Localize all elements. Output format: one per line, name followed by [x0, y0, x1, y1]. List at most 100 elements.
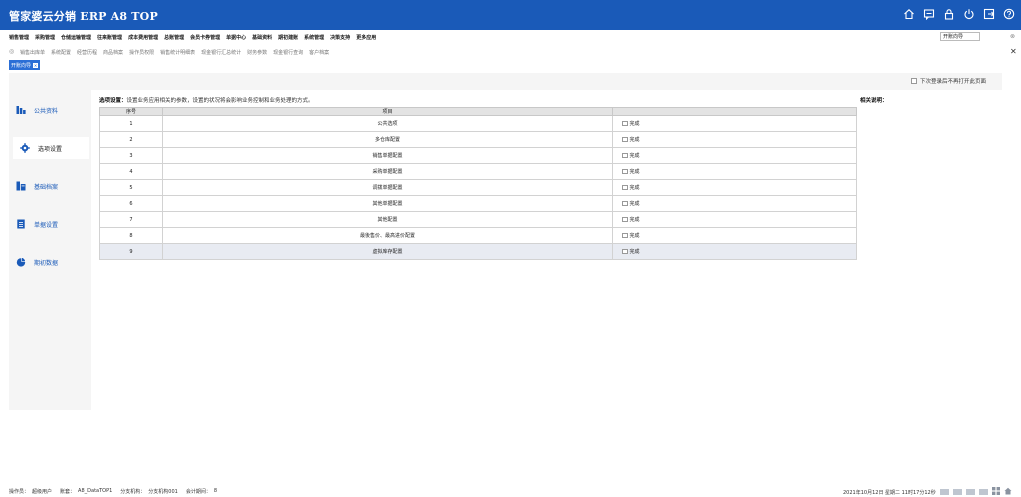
row-item[interactable]: 其他单据配置	[162, 195, 613, 212]
sidebar-item-label: 期初数据	[34, 259, 59, 267]
table-row[interactable]: 3 销售单据配置 完成	[99, 147, 857, 164]
power-icon[interactable]	[962, 7, 975, 20]
sidebar-item-public-data[interactable]: 公共资料	[9, 99, 89, 121]
status-tray-icon[interactable]	[978, 489, 988, 495]
clear-icon[interactable]: ⊗	[1010, 33, 1015, 40]
row-no: 9	[99, 243, 163, 260]
done-checkbox[interactable]	[622, 216, 628, 223]
tab-sales-detail[interactable]: 销售统计明细表	[160, 49, 195, 56]
table-row[interactable]: 6 其他单据配置 完成	[99, 195, 857, 212]
branch-label: 分支机构：	[120, 489, 146, 495]
tab-sales-out[interactable]: 销售出库单	[20, 49, 45, 56]
row-item[interactable]: 最後售价、最高进价配置	[162, 227, 613, 244]
app-title: 管家婆云分销 ERP A8 TOP	[9, 10, 158, 23]
tab-cash-summary[interactable]: 现金银行汇总统计	[201, 49, 241, 56]
menu-basic-data[interactable]: 基础资料	[252, 34, 272, 41]
row-done[interactable]: 完成	[612, 243, 857, 260]
logout-icon[interactable]	[982, 7, 995, 20]
done-checkbox[interactable]	[622, 248, 628, 255]
row-no: 5	[99, 179, 163, 196]
sidebar-item-document-settings[interactable]: 单据设置	[9, 213, 89, 235]
done-label: 完成	[629, 217, 640, 223]
sidebar-item-opening-data[interactable]: 期初数据	[9, 251, 89, 273]
table-header: 序号 项目	[99, 107, 857, 116]
row-done[interactable]: 完成	[612, 179, 857, 196]
status-tray-icon[interactable]	[952, 489, 962, 495]
menu-accounts[interactable]: 往来账管理	[97, 34, 122, 41]
table-row[interactable]: 8 最後售价、最高进价配置 完成	[99, 227, 857, 244]
row-done[interactable]: 完成	[612, 131, 857, 148]
menu-ledger[interactable]: 总账管理	[164, 34, 184, 41]
done-checkbox[interactable]	[622, 168, 628, 175]
table-row[interactable]: 2 多仓库配置 完成	[99, 131, 857, 148]
row-done[interactable]: 完成	[612, 195, 857, 212]
home-status-icon[interactable]	[1004, 487, 1012, 497]
tab-cash-query[interactable]: 现金银行查询	[273, 49, 303, 56]
table-row[interactable]: 7 其他配置 完成	[99, 211, 857, 228]
row-item[interactable]: 其他配置	[162, 211, 613, 228]
bars-icon	[16, 105, 26, 115]
menu-opening[interactable]: 期初建账	[278, 34, 298, 41]
no-open-label: 下次登录后不再打开此页面	[920, 79, 987, 85]
table-row[interactable]: 5 调拨单据配置 完成	[99, 179, 857, 196]
done-checkbox[interactable]	[622, 120, 628, 127]
sidebar-item-options[interactable]: 选项设置	[13, 137, 89, 159]
row-done[interactable]: 完成	[612, 163, 857, 180]
row-done[interactable]: 完成	[612, 211, 857, 228]
title-icons	[902, 7, 1015, 20]
row-item[interactable]: 销售单据配置	[162, 147, 613, 164]
menu-decision[interactable]: 决策支持	[330, 34, 350, 41]
status-tray-icon[interactable]	[965, 489, 975, 495]
tab-customer-archive[interactable]: 客户档案	[309, 49, 329, 56]
row-item[interactable]: 采购单据配置	[162, 163, 613, 180]
quick-search-input[interactable]	[940, 32, 980, 41]
status-right: 2021年10月12日 星期二 11时17分12秒	[843, 487, 1012, 497]
sidebar-item-label: 选项设置	[38, 145, 63, 153]
menu-warehouse[interactable]: 仓储运输管理	[61, 34, 91, 41]
tab-finance-params[interactable]: 财务参数	[247, 49, 267, 56]
row-done[interactable]: 完成	[612, 147, 857, 164]
row-item[interactable]: 公共选项	[162, 115, 613, 132]
row-no: 7	[99, 211, 163, 228]
menu-purchase[interactable]: 采购管理	[35, 34, 55, 41]
table-row[interactable]: 1 公共选项 完成	[99, 115, 857, 132]
pie-chart-icon	[16, 257, 26, 267]
menu-sales[interactable]: 销售管理	[9, 34, 29, 41]
close-tab-icon[interactable]: ✕	[33, 62, 39, 68]
no-open-option[interactable]: 下次登录后不再打开此页面	[911, 77, 986, 85]
row-done[interactable]: 完成	[612, 115, 857, 132]
done-label: 完成	[629, 153, 640, 159]
row-done[interactable]: 完成	[612, 227, 857, 244]
done-checkbox[interactable]	[622, 152, 628, 159]
table-row[interactable]: 4 采购单据配置 完成	[99, 163, 857, 180]
tab-operator-permission[interactable]: 操作员权限	[129, 49, 154, 56]
done-checkbox[interactable]	[622, 136, 628, 143]
done-checkbox[interactable]	[622, 184, 628, 191]
menu-cost[interactable]: 成本费用管理	[128, 34, 158, 41]
row-item[interactable]: 多仓库配置	[162, 131, 613, 148]
row-item[interactable]: 虚拟库存配置	[162, 243, 613, 260]
menu-documents[interactable]: 单据中心	[226, 34, 246, 41]
active-tab[interactable]: 开账向导 ✕	[9, 60, 41, 70]
sidebar-item-basic-archive[interactable]: 基础档案	[9, 175, 89, 197]
done-checkbox[interactable]	[622, 232, 628, 239]
refresh-icon[interactable]: ◎	[9, 48, 14, 55]
tab-history[interactable]: 经营历程	[77, 49, 97, 56]
menu-member[interactable]: 会员卡券管理	[190, 34, 220, 41]
close-tabs-icon[interactable]: ✕	[1010, 47, 1017, 56]
tab-product-archive[interactable]: 商品档案	[103, 49, 123, 56]
table-row[interactable]: 9 虚拟库存配置 完成	[99, 243, 857, 260]
lock-icon[interactable]	[942, 7, 955, 20]
home-icon[interactable]	[902, 7, 915, 20]
menu-system[interactable]: 系统管理	[304, 34, 324, 41]
grid-icon[interactable]	[991, 487, 1000, 497]
help-icon[interactable]	[1002, 7, 1015, 20]
no-open-checkbox[interactable]	[911, 78, 917, 84]
tab-system-config[interactable]: 系统配置	[51, 49, 71, 56]
row-item[interactable]: 调拨单据配置	[162, 179, 613, 196]
options-table: 序号 项目 1 公共选项 完成 2 多仓库配置 完成 3 销售单据配置 完成 4…	[99, 107, 857, 260]
message-icon[interactable]	[922, 7, 935, 20]
status-tray-icon[interactable]	[939, 489, 949, 495]
menu-more[interactable]: 更多应用	[356, 34, 376, 41]
done-checkbox[interactable]	[622, 200, 628, 207]
